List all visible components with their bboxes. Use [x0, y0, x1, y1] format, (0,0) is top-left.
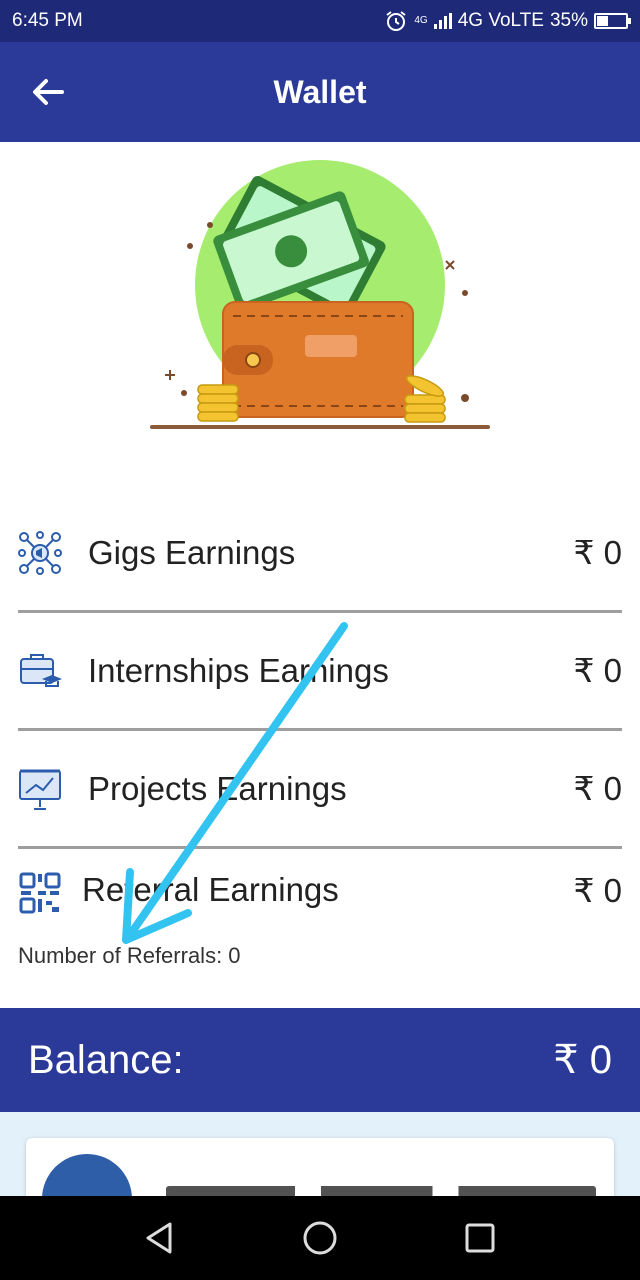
battery-percent: 35% [549, 10, 588, 31]
referral-count: Number of Referrals: 0 [18, 943, 241, 968]
earnings-label: Internships Earnings [88, 651, 389, 689]
balance-label: Balance: [28, 1037, 184, 1082]
status-time: 6:45 PM [12, 10, 83, 31]
app-bar: Wallet [0, 42, 640, 142]
home-circle-icon[interactable] [300, 1218, 340, 1258]
recents-square-icon[interactable] [460, 1218, 500, 1258]
earnings-label: Gigs Earnings [88, 533, 296, 571]
balance-amount: ₹ 0 [553, 1038, 612, 1082]
earnings-label: Referral Earnings [82, 871, 339, 908]
balance-bar: Balance: ₹ 0 [0, 1008, 640, 1112]
earnings-list: Gigs Earnings ₹ 0 Internships Earnings ₹… [18, 495, 622, 969]
earnings-amount: ₹ 0 [573, 770, 622, 807]
battery-level [597, 16, 608, 26]
earnings-label: Projects Earnings [88, 769, 347, 807]
card-text-cutoff [166, 1186, 596, 1196]
qr-code-icon [19, 872, 61, 914]
earnings-row-gigs[interactable]: Gigs Earnings ₹ 0 [18, 495, 622, 613]
status-icons: 4G 4G VoLTE 35% [384, 9, 631, 33]
network-megaphone-icon [18, 530, 62, 575]
page-title: Wallet [273, 73, 367, 110]
network-label: 4G VoLTE [457, 10, 544, 31]
net-indicator: 4G [414, 15, 428, 26]
earnings-amount: ₹ 0 [573, 652, 622, 689]
presentation-board-icon [19, 769, 61, 810]
arrow-left-icon[interactable] [28, 72, 68, 112]
earnings-amount: ₹ 0 [573, 534, 622, 571]
battery-icon [594, 13, 631, 29]
briefcase-graduate-icon [20, 653, 62, 687]
earnings-row-referral[interactable]: Referral Earnings ₹ 0 Number of Referral… [18, 849, 622, 969]
withdraw-card[interactable] [26, 1138, 614, 1196]
earnings-amount: ₹ 0 [573, 872, 622, 909]
back-triangle-icon[interactable] [140, 1218, 180, 1258]
signal-icon [433, 13, 452, 29]
card-thumbnail [42, 1154, 132, 1196]
status-bar: 6:45 PM 4G 4G VoLTE 35% [0, 0, 640, 42]
withdraw-section [0, 1112, 640, 1196]
system-nav-bar [0, 1196, 640, 1280]
earnings-row-projects[interactable]: Projects Earnings ₹ 0 [18, 731, 622, 849]
wallet-illustration [150, 160, 490, 429]
alarm-icon [386, 11, 406, 31]
earnings-row-internships[interactable]: Internships Earnings ₹ 0 [18, 613, 622, 731]
